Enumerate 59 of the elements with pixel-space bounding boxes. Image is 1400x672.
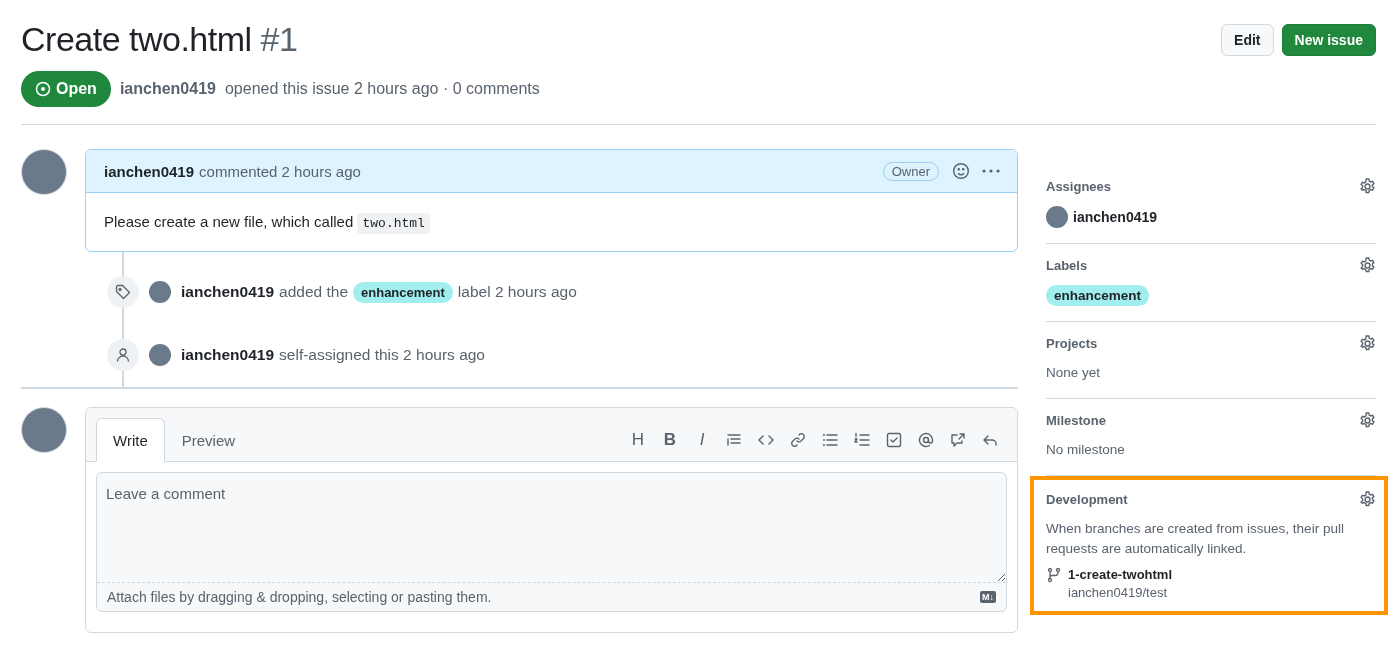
editor-tab[interactable]: Write [96, 418, 165, 462]
event-text: added the [279, 283, 349, 301]
numbered-list-icon[interactable] [854, 431, 870, 448]
section-title: Development [1046, 492, 1128, 507]
link-icon[interactable] [790, 431, 806, 448]
edit-button[interactable]: Edit [1221, 24, 1274, 56]
avatar[interactable] [21, 149, 67, 195]
label-tag[interactable]: enhancement [1046, 285, 1150, 306]
avatar[interactable] [21, 407, 67, 453]
author-link[interactable]: ianchen0419 [119, 80, 216, 98]
event-text: self-assigned this 2 hours ago [279, 346, 485, 364]
label-tag[interactable]: enhancement [353, 281, 453, 303]
branch-link[interactable]: 1-create-twohtml [1068, 567, 1173, 582]
bulleted-list-icon[interactable] [822, 431, 838, 448]
section-title: Projects [1046, 336, 1098, 351]
repo-text: ianchen0419/test [1068, 585, 1169, 600]
avatar[interactable] [149, 281, 171, 303]
cross-reference-icon[interactable] [950, 431, 966, 448]
quote-icon[interactable] [726, 431, 742, 448]
section-text: When branches are created from issues, their pull requests are automatically linked. [1046, 520, 1345, 558]
event-text: label 2 hours ago [457, 283, 577, 301]
section-text: None yet [1046, 364, 1102, 382]
checkbox-icon[interactable] [886, 431, 902, 448]
gear-icon[interactable] [1359, 178, 1376, 195]
italic-button[interactable]: I [691, 428, 713, 451]
comment-meta: commented 2 hours ago [199, 162, 361, 180]
section-title: Milestone [1046, 413, 1106, 428]
comment-field[interactable]: Leave a comment Attach files by dragging & dropping, selecting or pasting them. M↓ [96, 472, 1007, 612]
bold-button[interactable]: B [659, 428, 681, 451]
section-title: Labels [1046, 258, 1088, 273]
markdown-badge: M↓ [980, 591, 996, 603]
tag-icon [115, 284, 131, 300]
issue-number: #1 [260, 20, 298, 58]
gear-icon[interactable] [1359, 257, 1376, 274]
avatar[interactable] [149, 344, 171, 366]
issue-meta: opened this issue 2 hours ago · 0 comments [224, 80, 540, 98]
heading-button[interactable]: H [627, 428, 649, 451]
editor-tab[interactable]: Preview [164, 418, 253, 462]
issue-title: Create two.html [21, 20, 252, 58]
section-text: No milestone [1046, 441, 1126, 459]
gear-icon[interactable] [1359, 335, 1376, 352]
comment-body: Please create a new file, which called two.html [86, 193, 1017, 251]
at-sign-icon[interactable] [918, 431, 934, 448]
person-icon [115, 347, 131, 363]
author-link[interactable]: ianchen0419 [104, 162, 195, 180]
attach-hint: Attach files by dragging & dropping, selecting or pasting them. [107, 589, 492, 605]
actor-link[interactable]: ianchen0419 [181, 346, 275, 364]
actor-link[interactable]: ianchen0419 [181, 283, 275, 301]
avatar[interactable] [1046, 206, 1068, 228]
gear-icon[interactable] [1359, 491, 1376, 508]
open-issue-icon [35, 81, 51, 97]
branch-icon [1046, 567, 1062, 583]
gear-icon[interactable] [1359, 412, 1376, 429]
section-title: Assignees [1046, 179, 1112, 194]
status-badge: Open [21, 71, 111, 107]
assignee-link[interactable]: ianchen0419 [1073, 209, 1158, 225]
more-options-icon[interactable] [981, 168, 1001, 174]
new-issue-button[interactable]: New issue [1281, 24, 1376, 56]
smiley-icon[interactable] [952, 162, 970, 180]
